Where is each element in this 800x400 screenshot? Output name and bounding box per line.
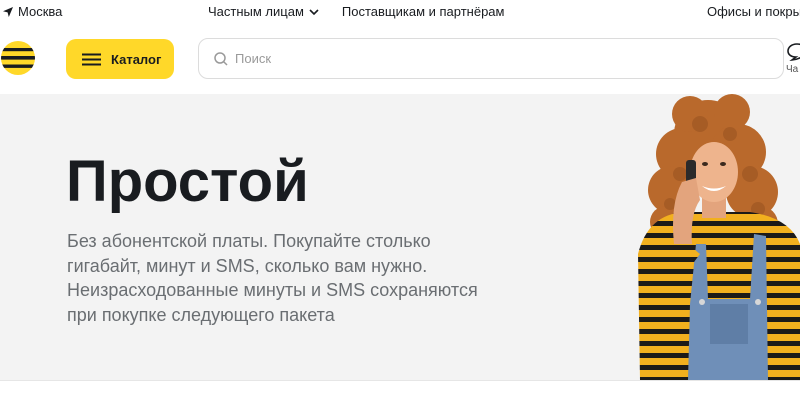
- nav-private-clients[interactable]: Частным лицам: [208, 4, 320, 19]
- top-bar: Москва Частным лицам Поставщикам и партн…: [0, 0, 800, 24]
- chevron-down-icon: [309, 8, 319, 15]
- search-icon: [214, 51, 228, 66]
- search-input[interactable]: [235, 51, 755, 66]
- hero-description: Без абонентской платы. Покупайте столько…: [67, 231, 478, 325]
- nav-private-clients-label: Частным лицам: [208, 4, 304, 19]
- city-selector[interactable]: Москва: [2, 4, 62, 19]
- beeline-logo-icon[interactable]: [1, 41, 35, 75]
- chat-button[interactable]: Ча: [786, 42, 800, 82]
- hamburger-icon: [82, 53, 101, 65]
- chat-icon: [787, 43, 800, 62]
- hero-banner: Простой Без абонентской платы. Покупайте…: [0, 94, 800, 380]
- chat-label: Ча: [786, 64, 799, 75]
- nav-partners[interactable]: Поставщикам и партнёрам: [342, 4, 505, 19]
- hero-title: Простой: [66, 149, 309, 214]
- top-nav: Частным лицам Поставщикам и партнёрам: [208, 4, 504, 19]
- hero-photo-woman-on-phone: [638, 94, 800, 380]
- search-box[interactable]: [198, 38, 784, 79]
- city-label: Москва: [18, 4, 63, 19]
- location-arrow-icon: [3, 6, 13, 17]
- nav-partners-label: Поставщикам и партнёрам: [341, 4, 505, 19]
- catalog-button[interactable]: Каталог: [66, 39, 174, 79]
- offices-link[interactable]: Офисы и покры: [707, 4, 800, 19]
- catalog-label: Каталог: [111, 51, 162, 67]
- section-divider: [0, 380, 800, 381]
